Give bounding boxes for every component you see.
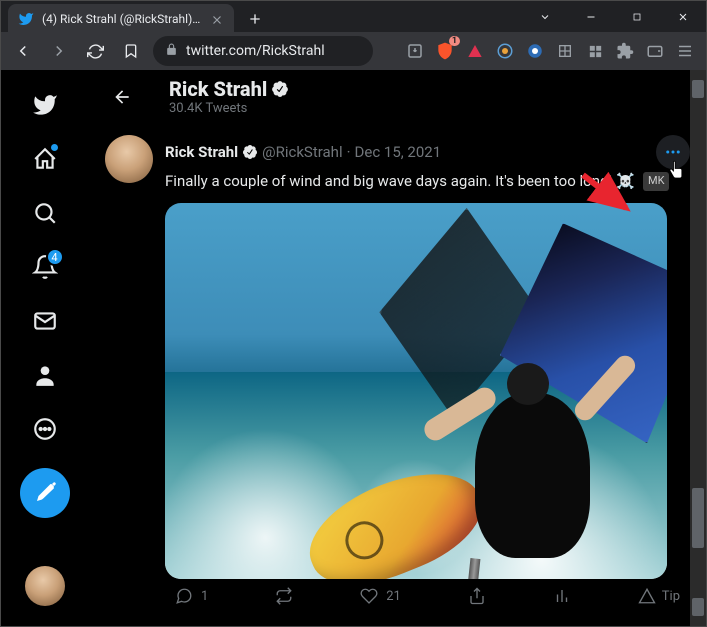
tweet-separator: · bbox=[347, 143, 351, 161]
main-column: Rick Strahl 30.4K Tweets Rick Strahl @Ri… bbox=[89, 70, 706, 626]
tweet-header: Rick Strahl @RickStrahl · Dec 15, 2021 bbox=[165, 135, 690, 169]
extension-icon-2[interactable] bbox=[522, 38, 548, 64]
address-bar[interactable]: twitter.com/RickStrahl bbox=[153, 36, 373, 66]
new-tab-button[interactable] bbox=[244, 8, 266, 30]
bookmark-button[interactable] bbox=[117, 37, 145, 65]
back-button[interactable] bbox=[105, 80, 139, 114]
window-close[interactable] bbox=[660, 1, 706, 33]
tweet-date[interactable]: Dec 15, 2021 bbox=[355, 143, 442, 161]
page-content: 4 Rick Strahl 30.4K Tweets Rick Strahl bbox=[0, 70, 707, 627]
sidebar-profile[interactable] bbox=[20, 350, 70, 400]
tweet: Rick Strahl @RickStrahl · Dec 15, 2021 F… bbox=[89, 123, 706, 617]
verified-badge-icon bbox=[271, 80, 289, 98]
sidebar-messages[interactable] bbox=[20, 296, 70, 346]
tweet-image[interactable] bbox=[165, 203, 667, 579]
sidebar-more[interactable] bbox=[20, 404, 70, 454]
window-maximize[interactable] bbox=[614, 1, 660, 33]
extensions-puzzle-icon[interactable] bbox=[612, 38, 638, 64]
browser-tab[interactable]: (4) Rick Strahl (@RickStrahl) / Twi bbox=[8, 4, 234, 34]
nav-back-button[interactable] bbox=[9, 37, 37, 65]
nav-reload-button[interactable] bbox=[81, 37, 109, 65]
brave-shield-icon[interactable]: 1 bbox=[432, 38, 458, 64]
extension-icon-3[interactable] bbox=[552, 38, 578, 64]
window-titlebar: (4) Rick Strahl (@RickStrahl) / Twi bbox=[0, 0, 707, 32]
install-icon[interactable] bbox=[402, 38, 428, 64]
browser-toolbar: twitter.com/RickStrahl 1 bbox=[0, 32, 707, 70]
tweet-author[interactable]: Rick Strahl bbox=[165, 143, 238, 161]
twitter-favicon bbox=[18, 11, 34, 27]
brave-triangle-icon[interactable] bbox=[462, 38, 488, 64]
lock-icon bbox=[165, 43, 178, 60]
profile-name: Rick Strahl bbox=[169, 77, 289, 101]
home-dot-indicator bbox=[51, 144, 58, 151]
window-dropdown[interactable] bbox=[522, 1, 568, 33]
retweet-button[interactable] bbox=[275, 587, 293, 605]
extension-icon-4[interactable] bbox=[582, 38, 608, 64]
tweet-handle[interactable]: @RickStrahl bbox=[262, 143, 343, 161]
share-button[interactable] bbox=[468, 587, 486, 605]
scrollbar-up[interactable] bbox=[692, 80, 704, 98]
url-text: twitter.com/RickStrahl bbox=[186, 43, 325, 59]
sidebar-search[interactable] bbox=[20, 188, 70, 238]
close-tab-icon[interactable] bbox=[210, 12, 224, 26]
reply-button[interactable]: 1 bbox=[175, 587, 208, 605]
sidebar-home[interactable] bbox=[20, 134, 70, 184]
scrollbar-thumb[interactable] bbox=[692, 488, 704, 548]
like-button[interactable]: 21 bbox=[360, 587, 401, 605]
menu-icon[interactable] bbox=[672, 38, 698, 64]
tweet-more-button[interactable] bbox=[656, 135, 690, 169]
scrollbar[interactable] bbox=[690, 70, 706, 626]
skull-emoji: ☠️ bbox=[616, 171, 635, 191]
twitter-logo[interactable] bbox=[20, 80, 70, 130]
tweet-count: 30.4K Tweets bbox=[169, 101, 289, 116]
compose-tweet-button[interactable] bbox=[20, 468, 70, 518]
extension-icon-1[interactable] bbox=[492, 38, 518, 64]
sidebar-notifications[interactable]: 4 bbox=[20, 242, 70, 292]
tab-title: (4) Rick Strahl (@RickStrahl) / Twi bbox=[42, 12, 202, 26]
profile-header: Rick Strahl 30.4K Tweets bbox=[89, 70, 706, 123]
tweet-text: Finally a couple of wind and big wave da… bbox=[165, 171, 690, 191]
notification-badge: 4 bbox=[46, 248, 64, 266]
tip-button[interactable]: Tip bbox=[638, 587, 680, 605]
cursor-pointer-icon bbox=[666, 159, 686, 187]
nav-forward-button[interactable] bbox=[45, 37, 73, 65]
analytics-button[interactable] bbox=[553, 587, 571, 605]
shield-badge: 1 bbox=[449, 36, 460, 46]
verified-badge-icon bbox=[242, 144, 258, 160]
sidebar-account-avatar[interactable] bbox=[25, 566, 65, 606]
scrollbar-down[interactable] bbox=[692, 598, 704, 616]
twitter-sidebar: 4 bbox=[1, 70, 89, 626]
tweet-actions: 1 21 Tip bbox=[165, 579, 690, 605]
window-minimize[interactable] bbox=[568, 1, 614, 33]
wallet-icon[interactable] bbox=[642, 38, 668, 64]
tweet-avatar[interactable] bbox=[105, 135, 153, 183]
